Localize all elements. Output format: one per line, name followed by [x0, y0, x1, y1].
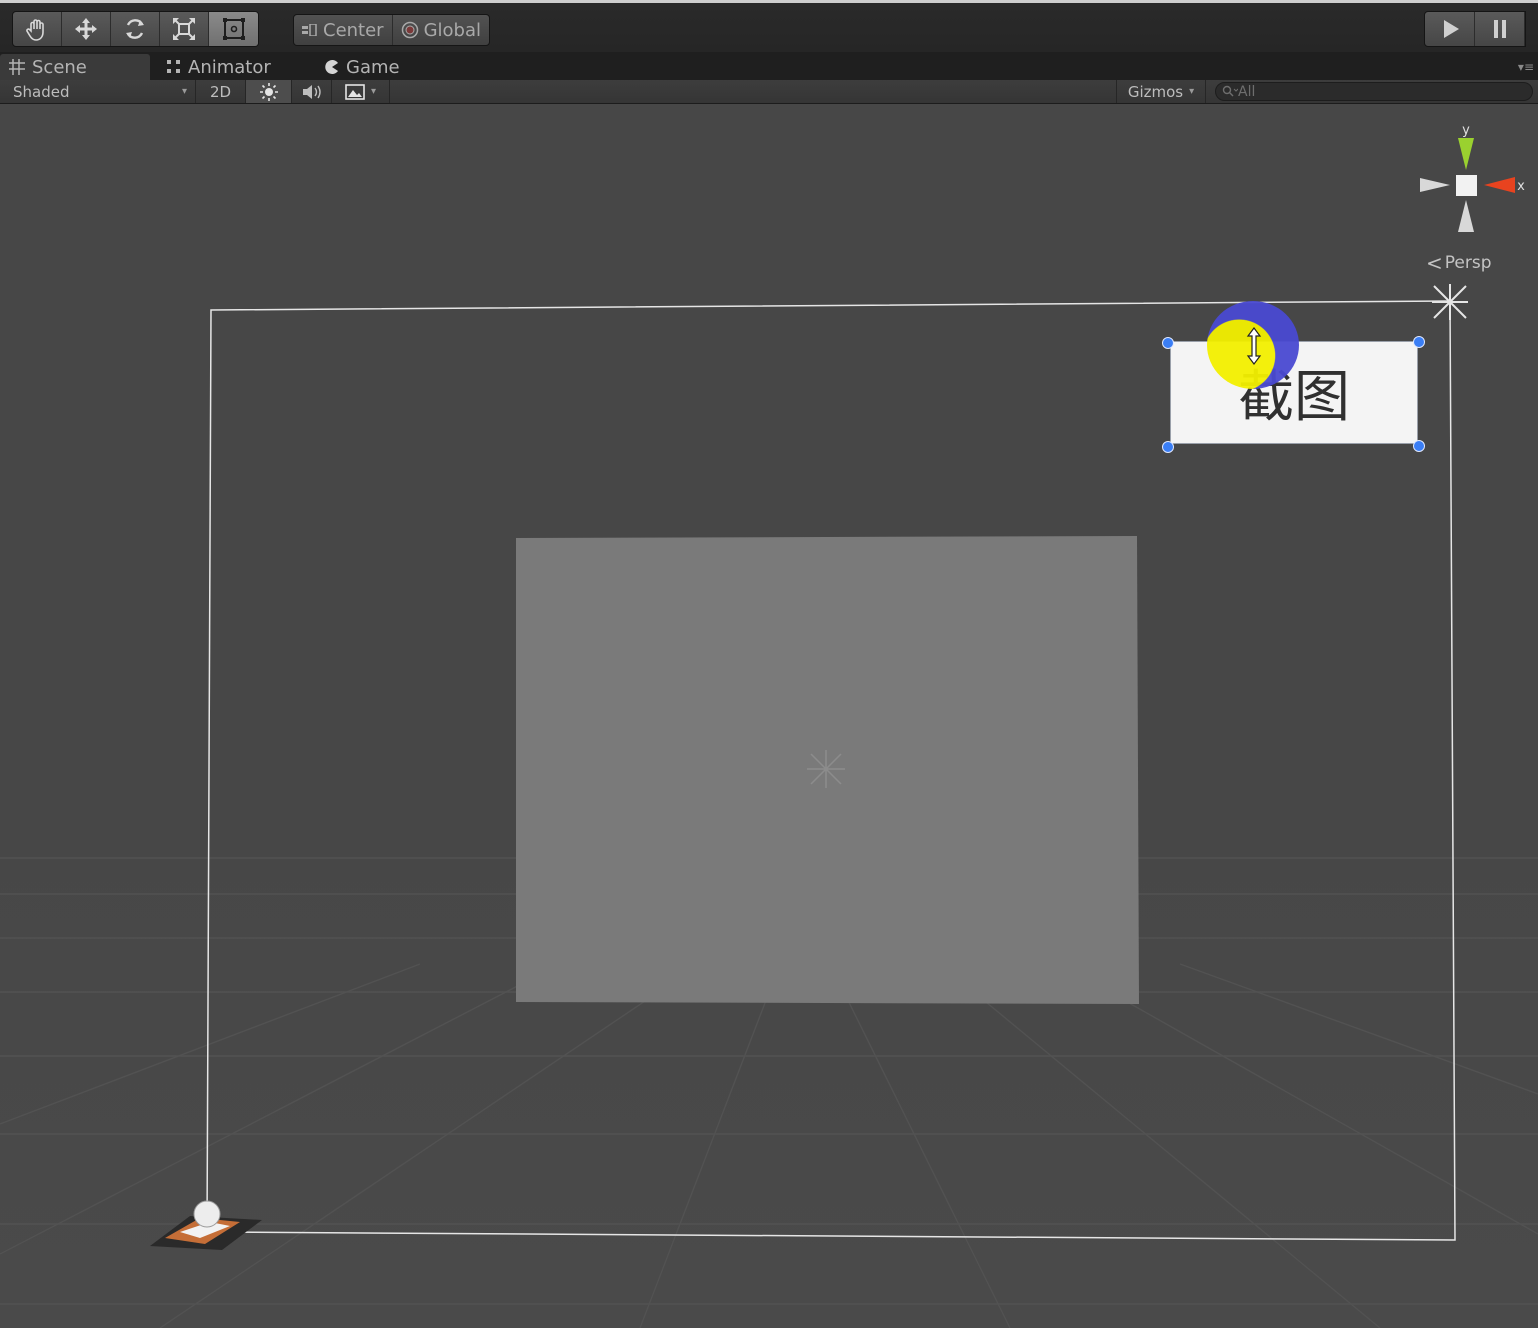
move-tool-button[interactable]: [62, 12, 111, 46]
mode-2d-label: 2D: [209, 82, 232, 101]
playmode-controls: [1424, 11, 1526, 47]
rotate-tool-button[interactable]: [111, 12, 160, 46]
canvas-corner-icon: [1432, 284, 1468, 320]
tab-game[interactable]: Game: [316, 54, 426, 80]
game-pacman-icon: [325, 60, 338, 74]
camera-gizmo[interactable]: [150, 1200, 262, 1250]
pivot-center-label: Center: [323, 19, 384, 41]
pivot-toggles: Center Global: [293, 14, 491, 46]
hand-tool-button[interactable]: [13, 12, 62, 46]
chevron-down-icon: ▾: [181, 86, 187, 97]
axis-x-label: x: [1517, 179, 1525, 194]
gizmo-center-cube[interactable]: [1456, 175, 1477, 196]
mode-2d-toggle[interactable]: 2D: [196, 80, 246, 103]
lighting-toggle[interactable]: [246, 80, 292, 103]
pivot-global-label: Global: [423, 19, 482, 41]
tab-scene-label: Scene: [32, 56, 87, 78]
gizmos-chevron-icon: ▾: [1189, 86, 1195, 97]
effects-dropdown[interactable]: ▾: [332, 80, 390, 103]
orientation-gizmo[interactable]: y x: [1420, 123, 1525, 232]
resize-handle-bottom-right[interactable]: [1413, 440, 1425, 452]
tab-animator[interactable]: Animator: [158, 54, 298, 80]
animator-icon: [167, 60, 180, 73]
main-toolbar: Center Global: [0, 0, 1538, 52]
pivot-center-toggle[interactable]: Center: [294, 15, 393, 45]
pivot-center-icon: [302, 24, 317, 36]
resize-cursor-icon: [1246, 327, 1262, 365]
play-icon: [1443, 20, 1459, 38]
tab-game-label: Game: [346, 56, 400, 78]
scene-viewport[interactable]: y x < Persp 截图: [0, 104, 1538, 1328]
rect-tool-icon: [222, 18, 245, 40]
axis-x-cone[interactable]: [1484, 177, 1515, 193]
gizmos-label: Gizmos: [1127, 82, 1184, 101]
globe-icon: [401, 21, 418, 39]
transform-tools: [12, 11, 259, 47]
search-icon: [1222, 85, 1238, 96]
draw-mode-label: Shaded: [13, 82, 70, 101]
unity-editor-window: Center Global Scene Animator Game ▾≡ Sha…: [0, 0, 1538, 1328]
scale-icon: [173, 18, 195, 40]
speaker-icon: [302, 84, 321, 99]
rect-tool-button[interactable]: [209, 12, 258, 46]
projection-label: Persp: [1444, 253, 1492, 273]
axis-y-cone[interactable]: [1458, 138, 1474, 170]
pause-icon: [1493, 20, 1506, 38]
scale-tool-button[interactable]: [160, 12, 209, 46]
image-effects-icon: [345, 83, 365, 100]
scene-canvas: y x: [0, 123, 1538, 1328]
tab-menu-icon[interactable]: ▾≡: [1518, 60, 1534, 74]
rotate-icon: [126, 19, 144, 39]
plane-pivot-icon: [807, 750, 845, 788]
resize-handle-bottom-left[interactable]: [1162, 441, 1174, 453]
gizmos-dropdown[interactable]: Gizmos ▾: [1116, 80, 1206, 103]
effects-chevron-icon: ▾: [370, 86, 377, 97]
axis-neg-y-cone[interactable]: [1458, 200, 1474, 232]
chevron-left-icon: <: [1426, 251, 1443, 275]
resize-handle-top-left[interactable]: [1162, 337, 1174, 349]
play-button[interactable]: [1425, 12, 1475, 46]
axis-neg-x-cone[interactable]: [1420, 178, 1450, 192]
projection-toggle[interactable]: < Persp: [1426, 253, 1492, 273]
pivot-global-toggle[interactable]: Global: [393, 15, 489, 45]
search-placeholder: All: [1238, 83, 1256, 100]
resize-handle-top-right[interactable]: [1413, 336, 1425, 348]
tab-animator-label: Animator: [188, 56, 271, 78]
scene-toolbar: Shaded ▾ 2D ▾ Gizmos ▾ All: [0, 80, 1538, 104]
move-icon: [75, 18, 97, 40]
pause-button[interactable]: [1475, 12, 1525, 46]
window-tabs: Scene Animator Game ▾≡: [0, 52, 1538, 80]
sun-icon: [259, 82, 278, 101]
hand-icon: [26, 19, 44, 41]
axis-y-label: y: [1462, 123, 1470, 138]
hierarchy-search-input[interactable]: All: [1215, 82, 1533, 101]
scene-grid-icon: [9, 59, 25, 75]
draw-mode-dropdown[interactable]: Shaded ▾: [0, 80, 196, 103]
audio-toggle[interactable]: [292, 80, 332, 103]
tab-scene[interactable]: Scene: [0, 54, 150, 80]
